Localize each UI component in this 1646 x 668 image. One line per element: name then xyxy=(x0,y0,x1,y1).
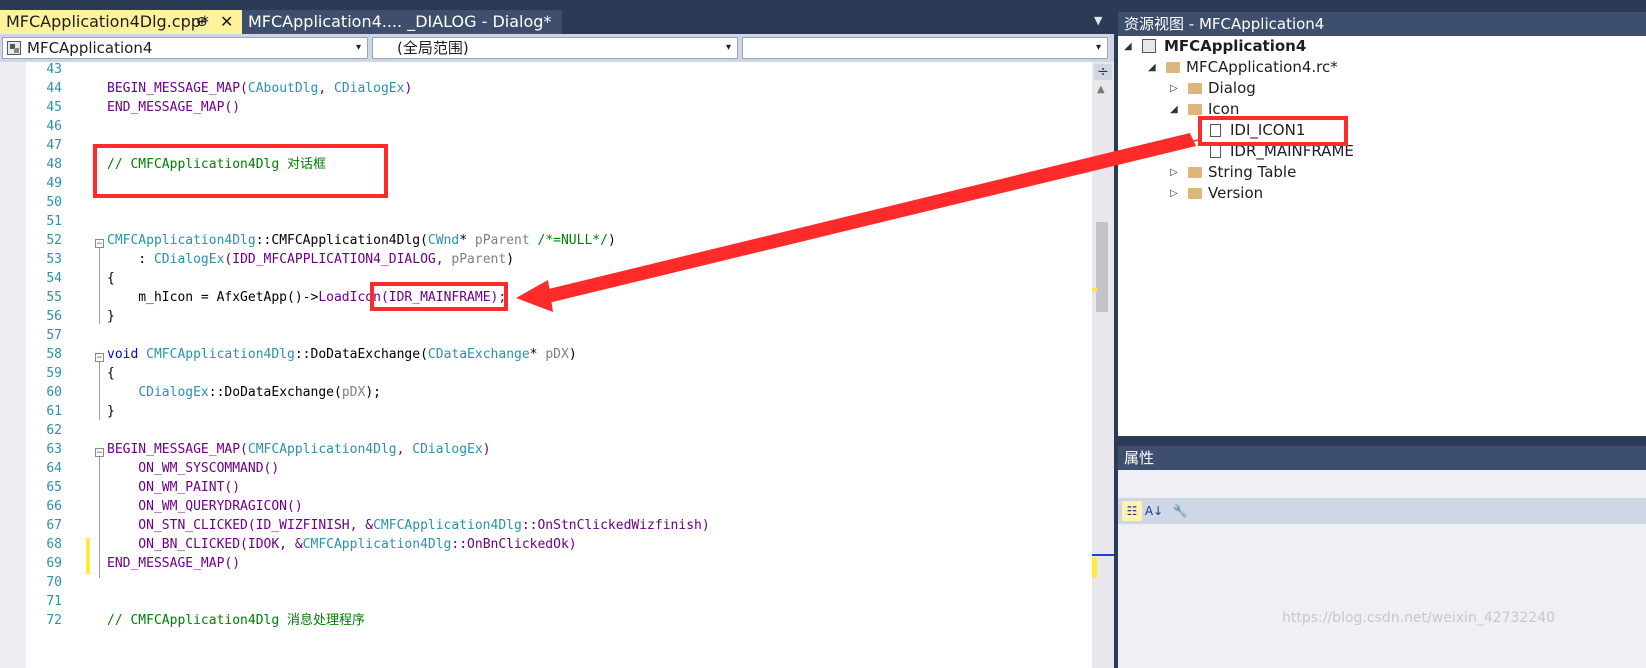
arrow-head xyxy=(516,280,553,312)
watermark: https://blog.csdn.net/weixin_42732240 xyxy=(1282,610,1556,626)
arrow-shaft xyxy=(532,133,1196,305)
annotation-arrow xyxy=(516,133,1199,312)
